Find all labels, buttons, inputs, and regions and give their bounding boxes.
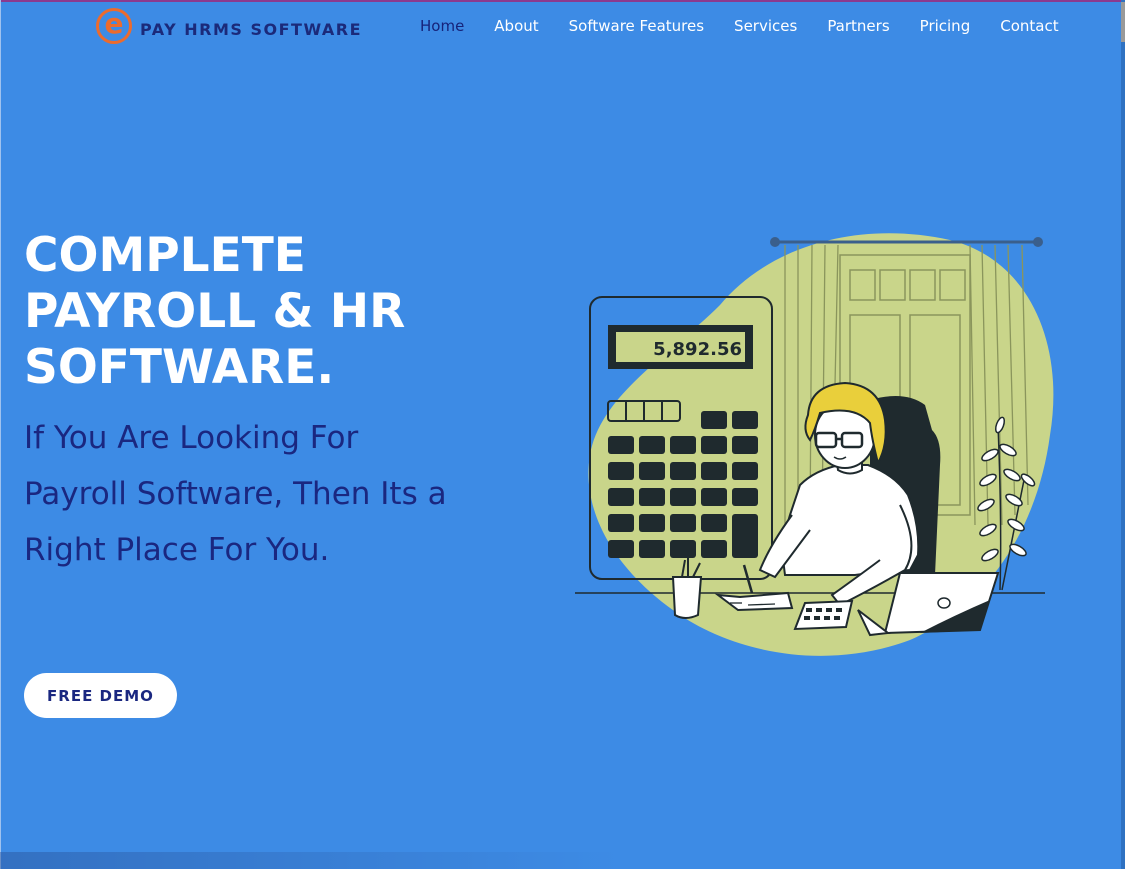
payroll-illustration: 5,892.56 bbox=[575, 233, 1054, 656]
nav-contact[interactable]: Contact bbox=[985, 17, 1073, 35]
calculator-key bbox=[670, 462, 696, 480]
calculator-key bbox=[732, 411, 758, 429]
scrollbar-track[interactable] bbox=[1121, 0, 1125, 869]
calculator-key bbox=[670, 488, 696, 506]
calculator-key bbox=[608, 436, 634, 454]
logo[interactable]: e PAY HRMS SOFTWARE bbox=[96, 6, 362, 46]
calculator-key bbox=[639, 488, 665, 506]
scrollbar-thumb[interactable] bbox=[1121, 2, 1125, 42]
logo-e-icon: e bbox=[96, 8, 132, 44]
calculator-key bbox=[701, 411, 727, 429]
hero-title-line-1: COMPLETE bbox=[24, 228, 306, 283]
small-calculator bbox=[793, 599, 854, 631]
calculator-key bbox=[639, 436, 665, 454]
curtain-rod-end-right bbox=[1033, 237, 1043, 247]
nav-home[interactable]: Home bbox=[405, 17, 479, 35]
calculator-key bbox=[639, 462, 665, 480]
free-demo-button[interactable]: FREE DEMO bbox=[24, 673, 177, 718]
top-border bbox=[0, 0, 1125, 2]
calculator-key bbox=[701, 436, 727, 454]
calculator-key bbox=[639, 514, 665, 532]
hero-title-line-2: PAYROLL & HR bbox=[24, 284, 406, 339]
nav-software-features[interactable]: Software Features bbox=[554, 17, 719, 35]
calculator-key bbox=[608, 462, 634, 480]
calculator-key bbox=[608, 514, 634, 532]
calculator-key bbox=[639, 540, 665, 558]
main-nav: Home About Software Features Services Pa… bbox=[405, 14, 1074, 38]
hero-subtitle-line-3: Right Place For You. bbox=[24, 532, 330, 568]
calculator-key bbox=[701, 488, 727, 506]
hero-subtitle-line-1: If You Are Looking For bbox=[24, 420, 359, 456]
left-edge bbox=[0, 0, 1, 869]
calculator-key bbox=[732, 514, 758, 558]
calculator-display: 5,892.56 bbox=[653, 339, 742, 360]
calculator-key bbox=[670, 540, 696, 558]
calculator-key bbox=[732, 488, 758, 506]
hero-subtitle-line-2: Payroll Software, Then Its a bbox=[24, 476, 447, 512]
calculator-key bbox=[701, 540, 727, 558]
hero-subtitle: If You Are Looking For Payroll Software,… bbox=[24, 410, 464, 578]
logo-text: PAY HRMS SOFTWARE bbox=[140, 19, 363, 39]
calculator-key bbox=[608, 488, 634, 506]
curtain-rod-end-left bbox=[770, 237, 780, 247]
calculator-key bbox=[701, 462, 727, 480]
hero-title-line-3: SOFTWARE. bbox=[24, 340, 335, 395]
calculator-key bbox=[701, 514, 727, 532]
nav-about[interactable]: About bbox=[479, 17, 553, 35]
bottom-shadow bbox=[0, 852, 1125, 869]
calculator-key bbox=[608, 540, 634, 558]
laptop-logo-icon bbox=[937, 597, 951, 609]
calculator-key bbox=[732, 462, 758, 480]
calculator-key bbox=[670, 514, 696, 532]
calculator-key bbox=[732, 436, 758, 454]
nav-services[interactable]: Services bbox=[719, 17, 812, 35]
hero-title: COMPLETE PAYROLL & HR SOFTWARE. bbox=[24, 228, 454, 396]
nav-pricing[interactable]: Pricing bbox=[905, 17, 986, 35]
calculator-key bbox=[670, 436, 696, 454]
nav-partners[interactable]: Partners bbox=[812, 17, 904, 35]
